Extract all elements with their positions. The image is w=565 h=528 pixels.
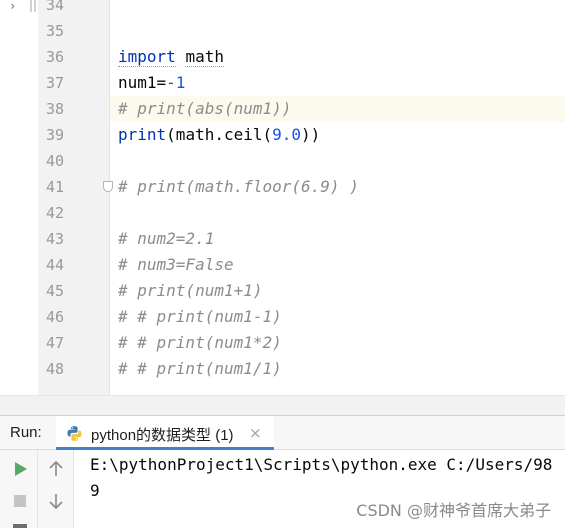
code-line-46[interactable]: # # print(num1-1) [110, 304, 565, 330]
comment-text: # # print(num1-1) [118, 307, 282, 326]
line-number: 39 [46, 126, 65, 144]
code-text: num1= [118, 73, 167, 92]
console-line-command: E:\pythonProject1\Scripts\python.exe C:/… [90, 455, 553, 474]
code-editor[interactable]: › 34 35 36 37 38 39 40 41 42 43 44 45 46… [0, 0, 565, 395]
line-number: 36 [46, 48, 65, 66]
run-toolbar-secondary [38, 450, 74, 528]
horizontal-scrollbar[interactable] [0, 395, 565, 415]
run-title: Run: [10, 424, 42, 441]
code-line-43[interactable]: # num2=2.1 [110, 226, 565, 252]
close-icon[interactable]: × [249, 424, 262, 442]
line-number: 41 [46, 178, 65, 196]
line-number: 45 [46, 282, 65, 300]
comment-text: # # print(num1*2) [118, 333, 282, 352]
run-icon[interactable] [9, 458, 31, 480]
stop-icon[interactable] [9, 490, 31, 512]
line-number: 44 [46, 256, 65, 274]
console-line-output: 9 [90, 481, 100, 500]
line-number: 38 [46, 100, 65, 118]
line-number: 42 [46, 204, 65, 222]
run-toolbar [0, 450, 38, 528]
comment-text: # print(num1+1) [118, 281, 263, 300]
chevron-right-icon[interactable]: › [9, 0, 23, 14]
line-number: 40 [46, 152, 65, 170]
line-number: 48 [46, 360, 65, 378]
code-line-38-current[interactable]: # print(abs(num1)) [110, 96, 565, 122]
arrow-up-icon[interactable] [45, 458, 67, 480]
layout-icon[interactable] [9, 520, 31, 528]
python-file-icon [67, 426, 82, 441]
line-number: 47 [46, 334, 65, 352]
line-number: 37 [46, 74, 65, 92]
code-text: )) [301, 125, 321, 144]
run-panel-header: Run: python的数据类型 (1) × [0, 416, 565, 450]
code-line-37[interactable]: num1=-1 [110, 70, 565, 96]
arrow-down-icon[interactable] [45, 490, 67, 512]
module-name: math [185, 47, 224, 67]
watermark: CSDN @财神爷首席大弟子 [356, 501, 551, 520]
code-text: (math.ceil( [166, 125, 273, 144]
number-literal: 9.0 [272, 125, 302, 144]
line-number: 46 [46, 308, 65, 326]
comment-text: # num3=False [118, 255, 234, 274]
run-config-tab[interactable]: python的数据类型 (1) × [56, 416, 274, 450]
vcs-change-marker [30, 0, 36, 12]
line-number: 35 [46, 22, 65, 40]
builtin-print: print [118, 125, 167, 144]
line-number: 43 [46, 230, 65, 248]
run-tab-label: python的数据类型 (1) [91, 427, 234, 444]
code-line-41[interactable]: # print(math.floor(6.9) ) [110, 174, 565, 200]
comment-text: # print(math.floor(6.9) ) [118, 177, 359, 196]
keyword-import: import [118, 47, 176, 67]
line-number: 34 [46, 0, 65, 14]
code-line-47[interactable]: # # print(num1*2) [110, 330, 565, 356]
code-line-48[interactable]: # # print(num1/1) [110, 356, 565, 382]
comment-text: # print(abs(num1)) [118, 99, 292, 118]
code-line-39[interactable]: print(math.ceil(9.0)) [110, 122, 565, 148]
left-strip: › [0, 0, 38, 395]
number-literal: -1 [166, 73, 186, 92]
comment-text: # num2=2.1 [118, 229, 215, 248]
code-line-45[interactable]: # print(num1+1) [110, 278, 565, 304]
code-line-36[interactable]: import math [110, 44, 565, 70]
comment-text: # # print(num1/1) [118, 359, 282, 378]
code-line-44[interactable]: # num3=False [110, 252, 565, 278]
